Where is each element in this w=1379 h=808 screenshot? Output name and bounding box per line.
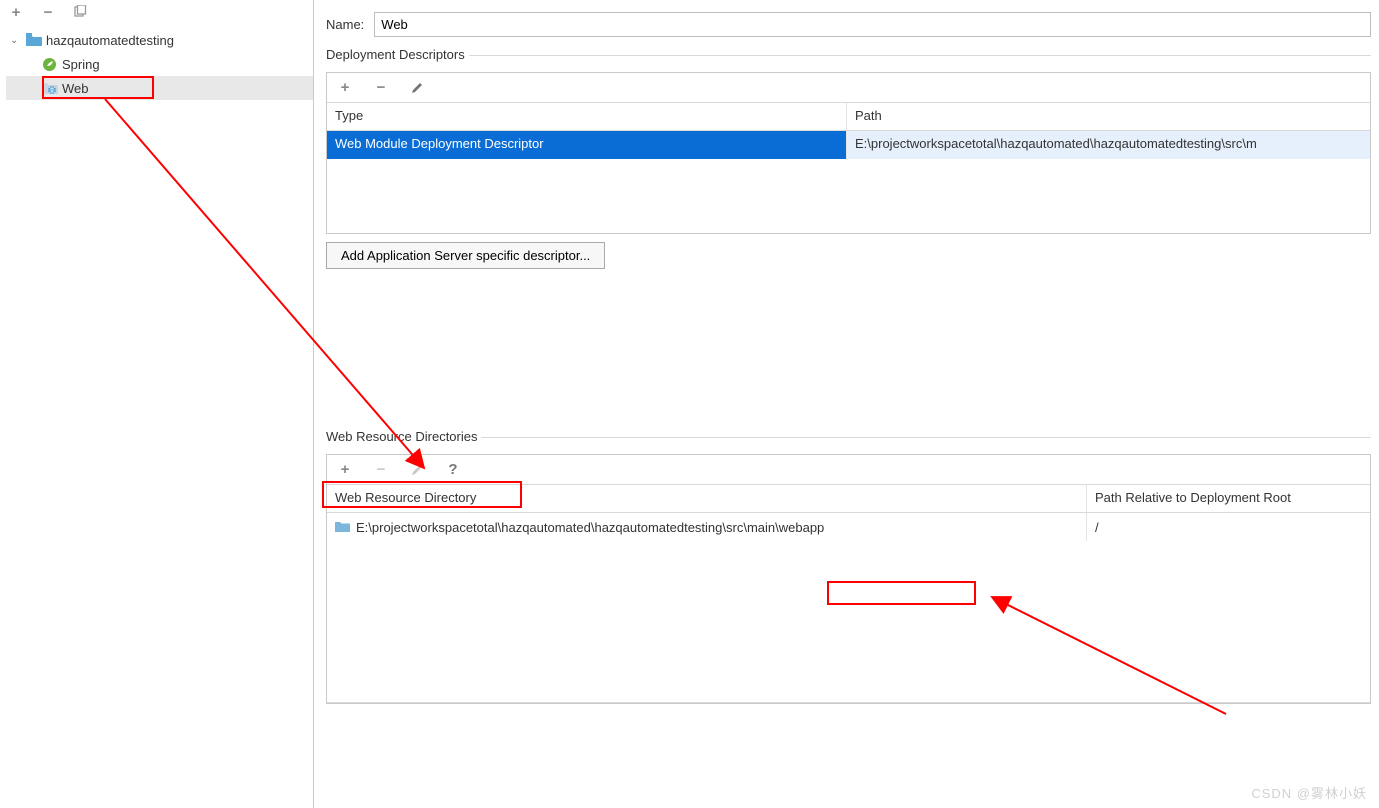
dd-cell-path: E:\projectworkspacetotal\hazqautomated\h… xyxy=(847,131,1370,159)
add-icon[interactable]: + xyxy=(8,4,24,20)
dd-title: Deployment Descriptors xyxy=(326,47,465,64)
dd-toolbar: + − xyxy=(327,73,1370,103)
main-panel: Name: Deployment Descriptors + − Type Pa… xyxy=(314,0,1379,808)
wrd-add-icon[interactable]: + xyxy=(337,462,353,478)
web-resource-directories-group: Web Resource Directories + − ? Web Resou… xyxy=(326,429,1371,704)
copy-icon[interactable] xyxy=(72,4,88,20)
wrd-col-rel: Path Relative to Deployment Root xyxy=(1087,485,1370,512)
tree-item-web[interactable]: Web xyxy=(6,76,313,100)
deployment-descriptors-group: Deployment Descriptors + − Type Path Web… xyxy=(326,47,1371,269)
dd-table-header: Type Path xyxy=(327,103,1370,131)
add-server-descriptor-button[interactable]: Add Application Server specific descript… xyxy=(326,242,605,269)
wrd-row[interactable]: E:\projectworkspacetotal\hazqautomated\h… xyxy=(327,513,1370,541)
wrd-toolbar: + − ? xyxy=(327,455,1370,485)
dd-remove-icon[interactable]: − xyxy=(373,80,389,96)
wrd-panel: + − ? Web Resource Directory Path Relati… xyxy=(326,454,1371,704)
tree-root[interactable]: ⌄ hazqautomatedtesting xyxy=(6,28,313,52)
wrd-table-header: Web Resource Directory Path Relative to … xyxy=(327,485,1370,513)
sidebar: + − ⌄ hazqautomatedtesting Spring Web xyxy=(0,0,314,808)
folder-icon xyxy=(26,33,42,47)
dd-row[interactable]: Web Module Deployment Descriptor E:\proj… xyxy=(327,131,1370,159)
tree-item-label: Spring xyxy=(62,57,100,72)
module-tree: ⌄ hazqautomatedtesting Spring Web xyxy=(0,24,313,100)
wrd-col-dir: Web Resource Directory xyxy=(327,485,1087,512)
dd-col-path: Path xyxy=(847,103,1370,130)
dd-add-icon[interactable]: + xyxy=(337,80,353,96)
name-field[interactable] xyxy=(374,12,1371,37)
wrd-cell-rel: / xyxy=(1087,513,1370,541)
wrd-remove-icon: − xyxy=(373,462,389,478)
name-label: Name: xyxy=(326,17,364,32)
chevron-down-icon: ⌄ xyxy=(10,35,22,46)
name-row: Name: xyxy=(314,0,1379,47)
wrd-title: Web Resource Directories xyxy=(326,429,477,446)
folder-small-icon xyxy=(335,520,350,535)
wrd-dir-text: E:\projectworkspacetotal\hazqautomated\h… xyxy=(356,520,824,535)
tree-item-spring[interactable]: Spring xyxy=(6,52,313,76)
dd-panel: + − Type Path Web Module Deployment Desc… xyxy=(326,72,1371,234)
dd-table-body: Web Module Deployment Descriptor E:\proj… xyxy=(327,131,1370,233)
tree-item-label: Web xyxy=(62,81,89,96)
watermark: CSDN @雾林小妖 xyxy=(1251,783,1367,802)
wrd-edit-icon xyxy=(409,462,425,478)
dd-cell-type: Web Module Deployment Descriptor xyxy=(327,131,847,159)
dd-edit-icon[interactable] xyxy=(409,80,425,96)
wrd-cell-dir: E:\projectworkspacetotal\hazqautomated\h… xyxy=(327,513,1087,541)
dd-col-type: Type xyxy=(327,103,847,130)
web-icon xyxy=(42,81,58,95)
sidebar-toolbar: + − xyxy=(0,0,313,24)
spring-icon xyxy=(42,57,58,71)
remove-icon[interactable]: − xyxy=(40,4,56,20)
tree-root-label: hazqautomatedtesting xyxy=(46,33,174,48)
wrd-table-body: E:\projectworkspacetotal\hazqautomated\h… xyxy=(327,513,1370,703)
wrd-help-icon[interactable]: ? xyxy=(445,462,461,478)
